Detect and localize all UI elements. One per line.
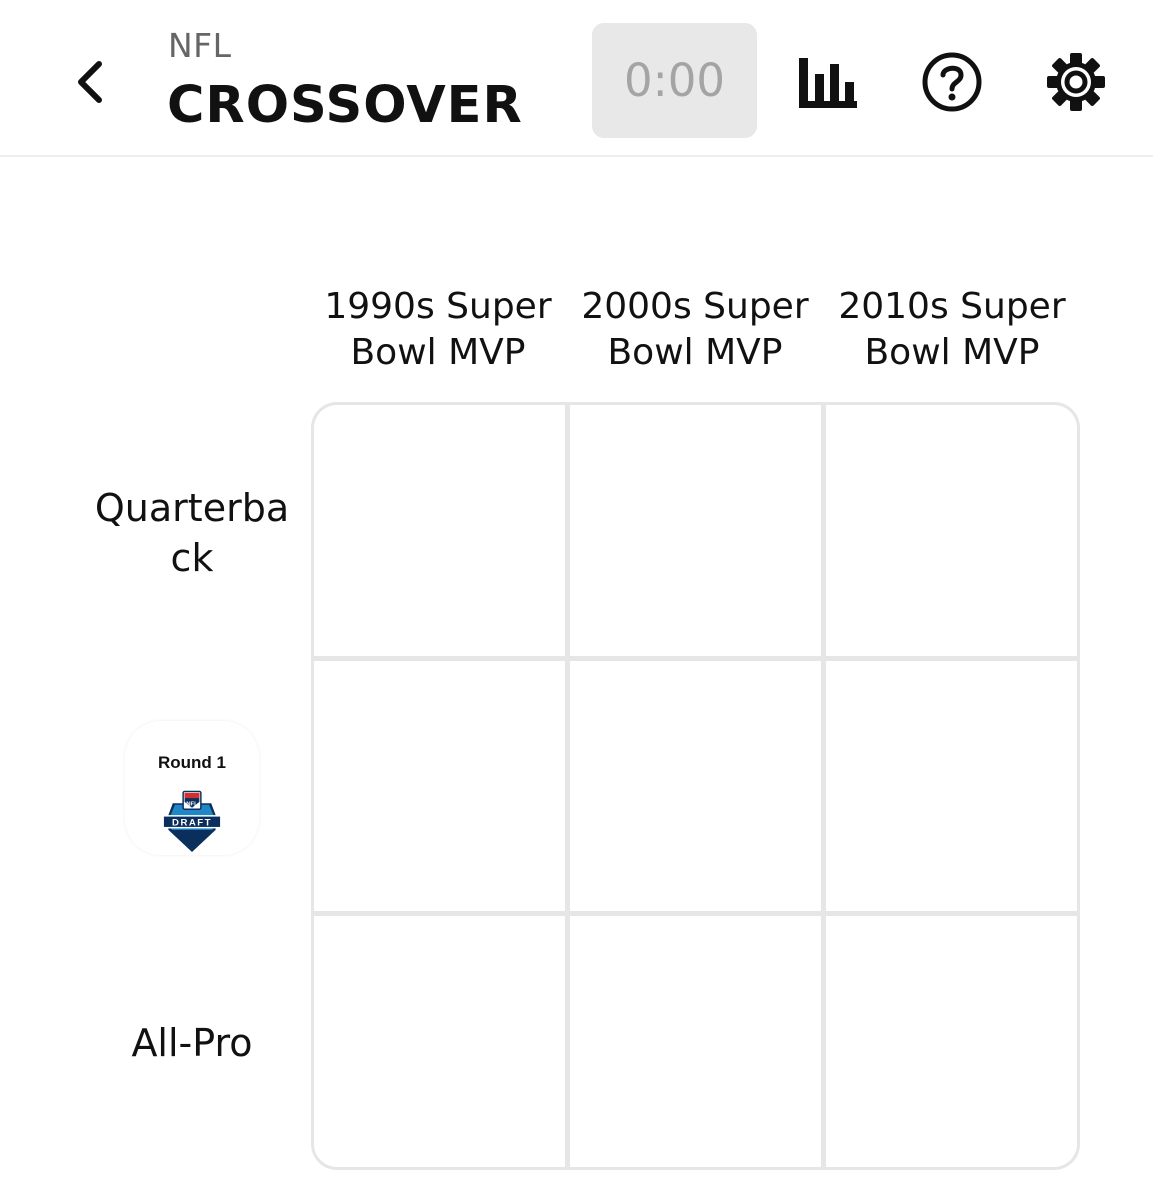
round-label: Round 1 [158, 752, 226, 772]
column-header-2000s: 2000s Super Bowl MVP [581, 286, 809, 373]
league-label: NFL [168, 26, 232, 65]
grid-cell-r3-c1[interactable] [314, 916, 565, 1167]
row-header-label: Quarterback [94, 485, 290, 580]
gear-icon [1047, 53, 1105, 111]
grid-cell-r2-c3[interactable] [826, 660, 1077, 912]
top-bar: NFL CROSSOVER 0:00 [0, 0, 1153, 157]
grid-cell-r3-c3[interactable] [826, 916, 1077, 1167]
bar-chart-icon [799, 58, 857, 108]
row-header-label: All-Pro [131, 1020, 253, 1065]
chevron-left-icon [78, 61, 102, 103]
logo-draft-text: DRAFT [172, 817, 212, 828]
help-button[interactable] [920, 50, 984, 114]
row-header-all-pro: All-Pro [70, 915, 314, 1170]
question-circle-icon [922, 52, 982, 112]
row-header-round-1-draft: Round 1 NFL DRAFT [70, 660, 314, 915]
grid-cell-r1-c2[interactable] [570, 405, 821, 656]
grid-cell-r1-c3[interactable] [826, 405, 1077, 656]
page-title: CROSSOVER [167, 76, 523, 135]
nfl-draft-shield-icon: NFL DRAFT [162, 790, 222, 852]
settings-button[interactable] [1044, 50, 1108, 114]
grid-cell-r2-c1[interactable] [314, 660, 565, 912]
logo-nfl-text: NFL [186, 801, 198, 807]
grid-cell-r2-c2[interactable] [570, 660, 821, 912]
grid-cell-r1-c1[interactable] [314, 405, 565, 656]
timer: 0:00 [592, 23, 757, 138]
row-header-quarterback: Quarterback [70, 405, 314, 660]
grid-cell-r3-c2[interactable] [570, 916, 821, 1167]
stats-button[interactable] [796, 50, 860, 114]
answer-grid [311, 402, 1080, 1170]
nfl-draft-logo: Round 1 NFL DRAFT [125, 720, 259, 855]
column-header-2010s: 2010s Super Bowl MVP [838, 286, 1066, 373]
column-header-1990s: 1990s Super Bowl MVP [324, 286, 552, 373]
back-button[interactable] [62, 52, 118, 112]
